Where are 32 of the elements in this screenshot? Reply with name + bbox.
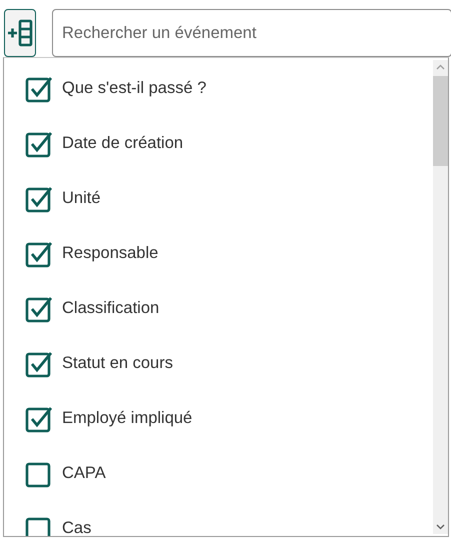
checkbox[interactable] [25, 240, 53, 268]
checkbox[interactable] [25, 294, 53, 322]
checkbox[interactable] [25, 460, 53, 488]
column-label: Que s'est-il passé ? [62, 79, 206, 98]
column-option[interactable]: Que s'est-il passé ? [4, 61, 433, 116]
checkbox[interactable] [25, 404, 53, 432]
column-label: Unité [62, 189, 101, 208]
column-label: Date de création [62, 134, 184, 153]
add-column-button[interactable] [4, 9, 36, 57]
column-option[interactable]: Classification [4, 281, 433, 336]
column-option[interactable]: Statut en cours [4, 336, 433, 391]
column-label: Classification [62, 299, 160, 318]
column-option[interactable]: Unité [4, 171, 433, 226]
checkbox[interactable] [25, 74, 53, 102]
column-label: Statut en cours [62, 354, 173, 373]
checkbox[interactable] [25, 184, 53, 212]
checkbox[interactable] [25, 350, 53, 378]
scrollbar[interactable] [433, 60, 448, 534]
column-option[interactable]: CAPA [4, 446, 433, 501]
column-option[interactable]: Responsable [4, 226, 433, 281]
column-label: CAPA [62, 464, 106, 483]
column-label: Responsable [62, 244, 158, 263]
scrollbar-thumb[interactable] [433, 76, 448, 166]
column-label: Employé impliqué [62, 409, 192, 428]
column-option[interactable]: Date de création [4, 116, 433, 171]
add-column-icon [5, 18, 35, 48]
search-field[interactable]: Rechercher un événement [52, 9, 451, 57]
column-option[interactable]: Cas [4, 501, 433, 536]
checkbox[interactable] [25, 130, 53, 158]
column-option[interactable]: Employé impliqué [4, 391, 433, 446]
column-label: Cas [62, 519, 92, 536]
checkbox[interactable] [25, 514, 53, 536]
